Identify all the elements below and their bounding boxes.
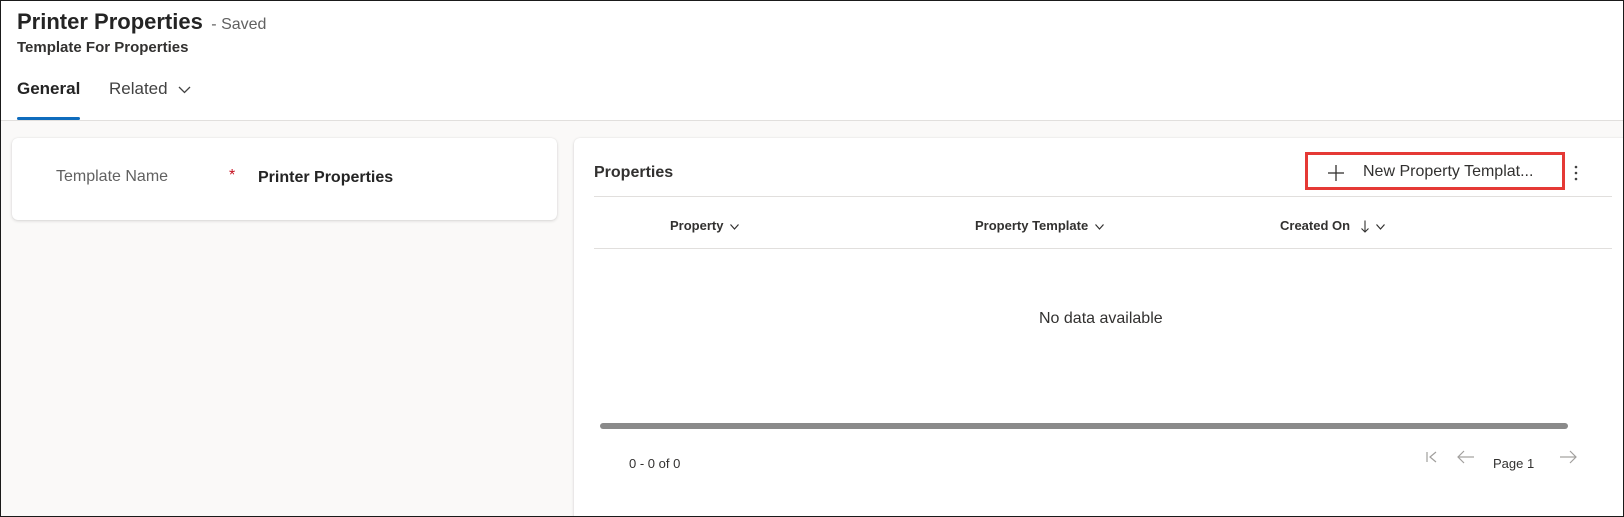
chevron-down-icon: [178, 86, 191, 93]
empty-state-message: No data available: [1039, 310, 1163, 327]
general-section-card: Template Name * Printer Properties: [12, 138, 557, 220]
properties-subgrid-card: Properties New Property Templat... Prope…: [574, 138, 1623, 516]
column-property-template-label: Property Template: [975, 218, 1089, 233]
tab-related[interactable]: Related: [109, 79, 191, 120]
template-name-label: Template Name: [56, 168, 169, 185]
form-subtitle: Template For Properties: [17, 39, 189, 56]
column-header-property[interactable]: Property: [670, 218, 740, 233]
divider: [594, 248, 1612, 249]
chevron-down-icon: [1376, 223, 1386, 230]
save-status: - Saved: [211, 16, 267, 33]
tab-general[interactable]: General: [17, 79, 81, 120]
app-window: Printer Properties - Saved Template For …: [0, 0, 1624, 517]
title-row: Printer Properties - Saved: [17, 9, 266, 35]
column-property-label: Property: [670, 218, 724, 233]
properties-title: Properties: [594, 164, 674, 181]
plus-icon: [1328, 165, 1344, 181]
horizontal-scrollbar[interactable]: [600, 423, 1568, 429]
chevron-down-icon: [730, 223, 740, 230]
new-property-template-label: New Property Templat...: [1363, 163, 1534, 180]
page-title: Printer Properties: [17, 9, 203, 34]
next-page-icon[interactable]: [1559, 450, 1577, 464]
template-name-field[interactable]: Printer Properties: [258, 169, 393, 187]
record-count: 0 - 0 of 0: [629, 456, 681, 471]
column-header-property-template[interactable]: Property Template: [975, 218, 1104, 233]
form-header: Printer Properties - Saved Template For …: [1, 1, 1623, 121]
chevron-down-icon: [1094, 223, 1104, 230]
more-vertical-icon[interactable]: [1571, 163, 1581, 183]
previous-page-icon[interactable]: [1457, 450, 1475, 464]
column-created-on-label: Created On: [1280, 218, 1351, 233]
divider: [594, 196, 1612, 197]
first-page-icon[interactable]: [1425, 450, 1439, 464]
required-marker: *: [229, 167, 236, 184]
column-header-created-on[interactable]: Created On: [1280, 218, 1386, 233]
new-property-template-button[interactable]: New Property Templat...: [1305, 152, 1565, 190]
page-indicator: Page 1: [1493, 456, 1535, 471]
tab-general-label: General: [17, 79, 81, 98]
tab-related-label: Related: [109, 79, 168, 98]
sort-descending-icon: [1360, 220, 1369, 233]
